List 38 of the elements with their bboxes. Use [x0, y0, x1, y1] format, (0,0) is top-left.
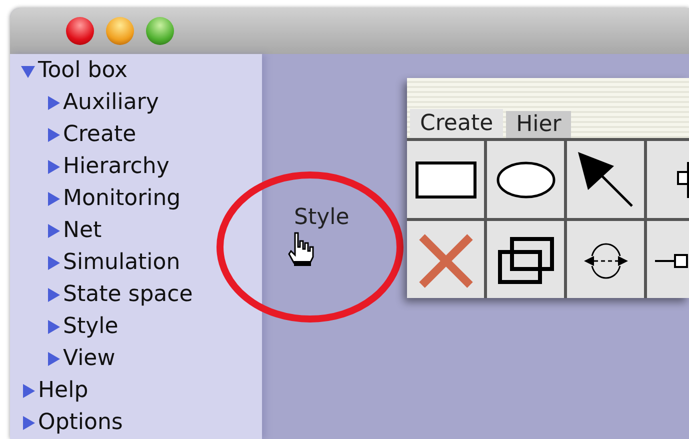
- collapsed-triangle-icon[interactable]: [45, 223, 61, 239]
- delete-tool-icon[interactable]: [418, 233, 474, 289]
- tree-item[interactable]: View: [10, 343, 262, 375]
- zoom-button[interactable]: [146, 17, 174, 45]
- collapsed-triangle-icon[interactable]: [45, 287, 61, 303]
- palette-tab[interactable]: Create: [410, 109, 504, 138]
- tree-item[interactable]: Options: [10, 407, 262, 439]
- close-button[interactable]: [66, 17, 94, 45]
- collapsed-triangle-icon[interactable]: [45, 319, 61, 335]
- tree-item[interactable]: Monitoring: [10, 183, 262, 215]
- collapsed-triangle-icon[interactable]: [45, 95, 61, 111]
- port-tool-icon[interactable]: [655, 254, 689, 268]
- collapsed-triangle-icon[interactable]: [20, 383, 36, 399]
- tree-item[interactable]: Help: [10, 375, 262, 407]
- ellipse-tool-icon[interactable]: [494, 160, 556, 200]
- expanded-triangle-icon[interactable]: [20, 63, 36, 79]
- collapsed-triangle-icon[interactable]: [45, 351, 61, 367]
- collapsed-triangle-icon[interactable]: [45, 191, 61, 207]
- minimize-button[interactable]: [106, 17, 134, 45]
- collapsed-triangle-icon[interactable]: [45, 255, 61, 271]
- dragged-label: Style: [294, 207, 350, 229]
- collapsed-triangle-icon[interactable]: [20, 415, 36, 431]
- tree-item[interactable]: Net: [10, 215, 262, 247]
- tree-item[interactable]: Auxiliary: [10, 87, 262, 119]
- tree-item[interactable]: Style: [10, 311, 262, 343]
- palette-tab[interactable]: Hier: [506, 111, 572, 138]
- tree-item[interactable]: State space: [10, 279, 262, 311]
- group-tool-icon[interactable]: [496, 236, 556, 286]
- tree-item[interactable]: Simulation: [10, 247, 262, 279]
- collapsed-triangle-icon[interactable]: [45, 159, 61, 175]
- connector-tool-icon[interactable]: [677, 160, 689, 200]
- tree-item[interactable]: Tool box: [10, 55, 262, 87]
- hand-cursor-icon: [287, 231, 315, 267]
- arrow-tool-icon[interactable]: [576, 150, 636, 210]
- tree-item[interactable]: Hierarchy: [10, 151, 262, 183]
- tree-item[interactable]: Create: [10, 119, 262, 151]
- collapsed-triangle-icon[interactable]: [45, 127, 61, 143]
- rectangle-tool-icon[interactable]: [414, 160, 476, 198]
